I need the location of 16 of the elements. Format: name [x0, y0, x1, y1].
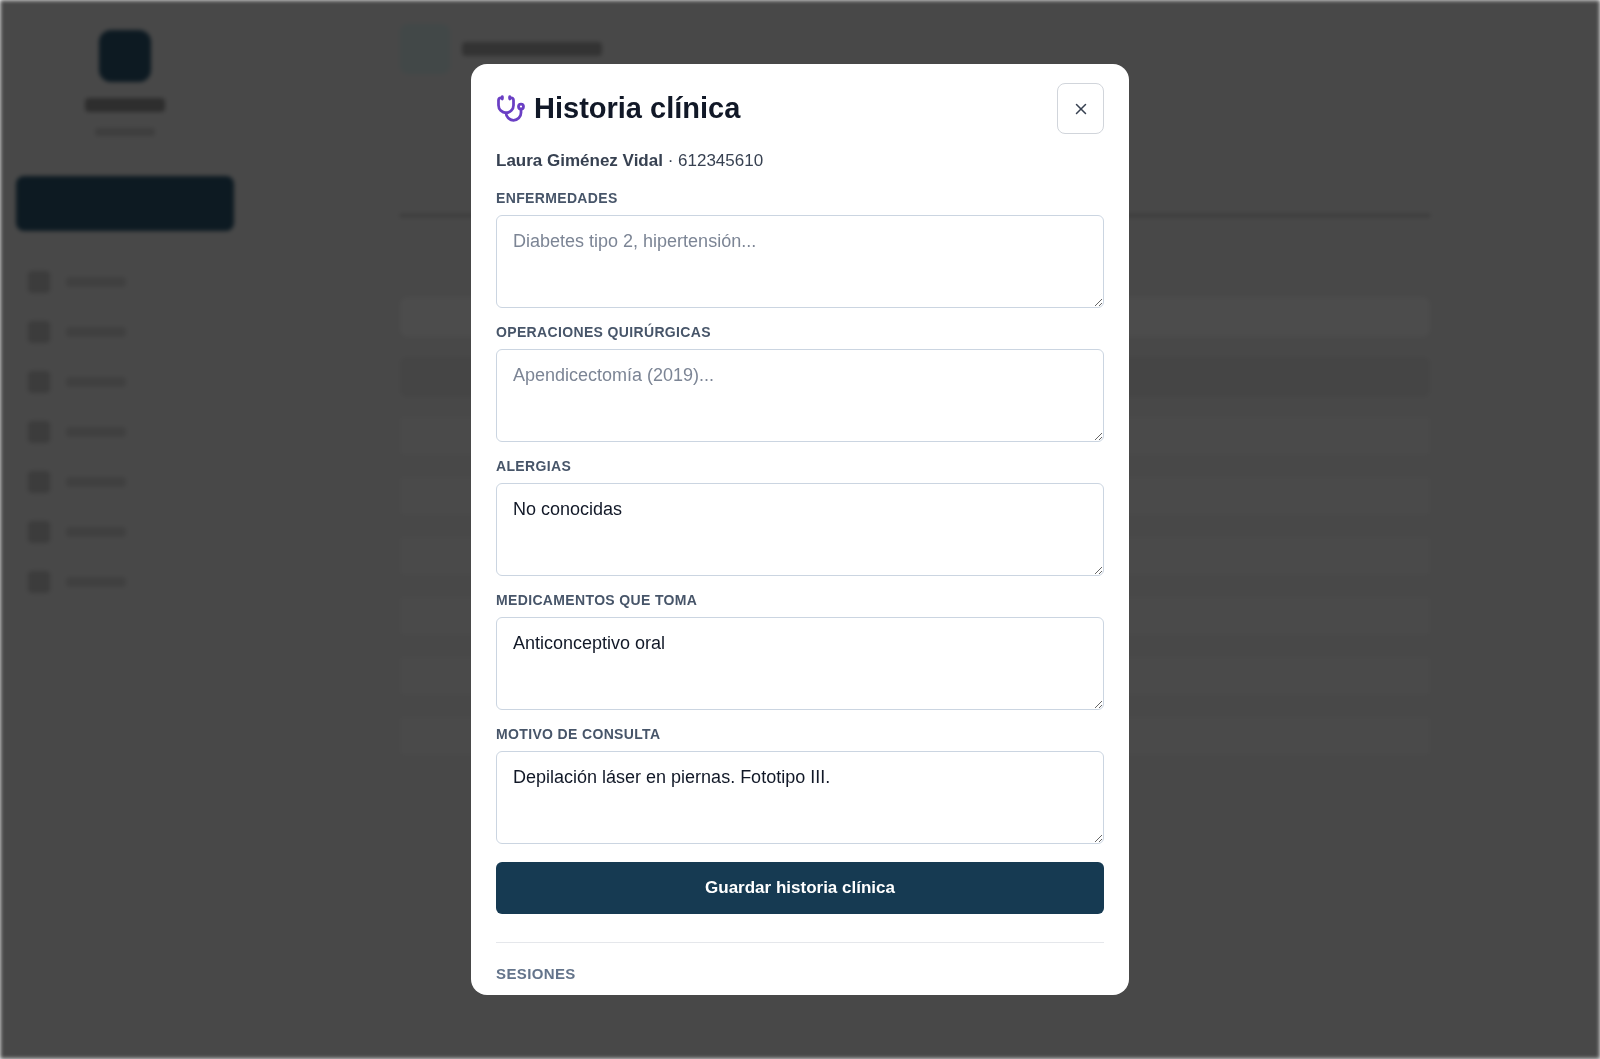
text-area-field[interactable]: No conocidas — [496, 482, 1104, 576]
field-label: MEDICAMENTOS QUE TOMA — [496, 590, 699, 610]
stethoscope-icon — [496, 93, 526, 124]
close-button[interactable] — [1057, 83, 1104, 134]
dialog-title: Historia clínica — [534, 90, 741, 126]
field-label: ENFERMEDADES — [496, 188, 619, 208]
field-label: ALERGIAS — [496, 456, 573, 476]
patient-info: Laura Giménez Vidal · 612345610 — [496, 150, 765, 172]
field-label: OPERACIONES QUIRÚRGICAS — [496, 322, 712, 342]
text-area-field[interactable]: Diabetes tipo 2, hipertensión... — [496, 214, 1104, 308]
text-area-field[interactable]: Anticonceptivo oral — [496, 616, 1104, 710]
save-button[interactable]: Guardar historia clínica — [496, 861, 1104, 914]
text-area-field[interactable]: Depilación láser en piernas. Fototipo III. — [496, 750, 1104, 844]
section-heading: SESIONES — [496, 963, 577, 984]
text-area-field[interactable]: Apendicectomía (2019)... — [496, 348, 1104, 442]
field-label: MOTIVO DE CONSULTA — [496, 724, 662, 744]
